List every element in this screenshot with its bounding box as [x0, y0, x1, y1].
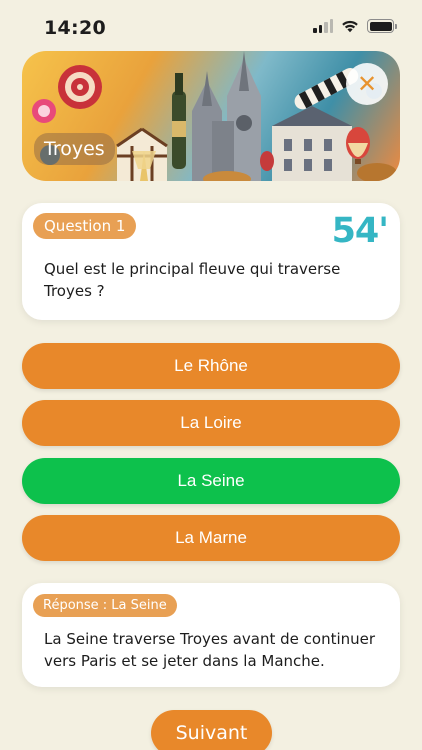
next-button[interactable]: Suivant	[151, 710, 272, 750]
question-text: Quel est le principal fleuve qui travers…	[44, 260, 341, 300]
countdown-timer: 54'	[331, 211, 389, 251]
city-banner: Troyes ✕	[22, 51, 400, 181]
question-card: Question 1 54' Quel est le principal fle…	[22, 203, 400, 320]
question-number-badge: Question 1	[33, 213, 137, 239]
city-name-badge: Troyes	[34, 133, 115, 165]
close-button[interactable]: ✕	[346, 63, 388, 105]
answer-option-4[interactable]: La Marne	[22, 515, 400, 561]
close-icon: ✕	[356, 70, 378, 98]
answer-badge: Réponse : La Seine	[33, 594, 177, 617]
signal-icon	[313, 19, 333, 33]
answer-option-2[interactable]: La Loire	[22, 400, 400, 446]
battery-icon	[367, 19, 397, 33]
status-time: 14:20	[44, 17, 106, 39]
answer-option-1[interactable]: Le Rhône	[22, 343, 400, 389]
wifi-icon	[342, 20, 358, 33]
status-bar: 14:20	[0, 0, 422, 54]
explanation-card: Réponse : La Seine La Seine traverse Tro…	[22, 583, 400, 687]
status-icons	[313, 19, 397, 33]
quiz-screen: 14:20 Troyes ✕ Question 1 54' Quel est l…	[0, 0, 422, 750]
answer-option-3[interactable]: La Seine	[22, 458, 400, 504]
explanation-text: La Seine traverse Troyes avant de contin…	[44, 630, 376, 670]
